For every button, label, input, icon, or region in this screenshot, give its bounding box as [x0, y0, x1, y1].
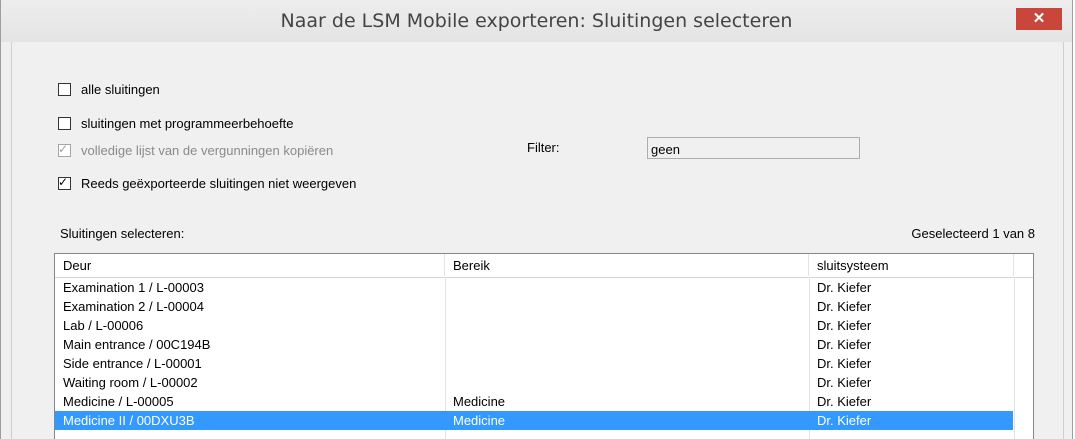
cell-system: Dr. Kiefer [817, 337, 872, 352]
option-all-closures[interactable]: alle sluitingen [58, 80, 160, 98]
cell-area [445, 316, 809, 335]
option-programming-needed-label: sluitingen met programmeerbehoefte [81, 115, 294, 131]
closures-list[interactable]: Deur Bereik sluitsysteem Examination 1 /… [54, 253, 1034, 439]
cell-system: Dr. Kiefer [817, 318, 872, 333]
option-hide-exported[interactable]: ✓ Reeds geëxporteerde sluitingen niet we… [58, 174, 356, 192]
column-header-area[interactable]: Bereik [445, 254, 809, 276]
cell-area: Medicine [453, 394, 506, 409]
filter-label: Filter: [527, 140, 560, 155]
cell-system: Dr. Kiefer [817, 356, 872, 371]
table-row[interactable]: Main entrance / 00C194B Dr. Kiefer [55, 335, 1013, 354]
cell-system: Dr. Kiefer [817, 299, 872, 314]
option-hide-exported-label: Reeds geëxporteerde sluitingen niet weer… [81, 175, 357, 191]
option-full-list: ✓ volledige lijst van de vergunningen ko… [58, 141, 333, 159]
table-row[interactable]: Lab / L-00006 Dr. Kiefer [55, 316, 1013, 335]
cell-area [445, 373, 809, 392]
cell-area [445, 278, 809, 297]
column-divider [1014, 277, 1015, 439]
table-row-selected[interactable]: Medicine II / 00DXU3B Medicine Dr. Kiefe… [55, 411, 1013, 430]
dialog-body: alle sluitingen sluitingen met programme… [11, 42, 1064, 439]
cell-door: Medicine II / 00DXU3B [63, 413, 195, 428]
check-icon: ✓ [58, 174, 69, 189]
cell-system: Dr. Kiefer [817, 375, 872, 390]
cell-system: Dr. Kiefer [817, 413, 872, 428]
table-row[interactable]: Medicine / L-00005 Medicine Dr. Kiefer [55, 392, 1013, 411]
close-button[interactable]: ✕ [1016, 8, 1062, 30]
cell-area: Medicine [453, 413, 506, 428]
checkbox-programming-needed[interactable] [58, 116, 71, 130]
column-header-system[interactable]: sluitsysteem [809, 254, 1014, 276]
list-header: Deur Bereik sluitsysteem [55, 254, 1033, 278]
checkbox-full-list: ✓ [58, 141, 71, 157]
close-icon: ✕ [1032, 10, 1046, 27]
selected-count: Geselecteerd 1 van 8 [911, 226, 1035, 241]
table-row[interactable]: Examination 1 / L-00003 Dr. Kiefer [55, 278, 1013, 297]
table-row[interactable]: Side entrance / L-00001 Dr. Kiefer [55, 354, 1013, 373]
cell-door: Main entrance / 00C194B [63, 337, 211, 352]
table-row[interactable]: Examination 2 / L-00004 Dr. Kiefer [55, 297, 1013, 316]
checkbox-all-closures[interactable] [58, 82, 71, 96]
column-header-filler [1014, 254, 1034, 276]
cell-door: Side entrance / L-00001 [63, 356, 202, 371]
cell-door: Medicine / L-00005 [63, 394, 174, 409]
cell-door: Lab / L-00006 [63, 318, 144, 333]
filter-input[interactable]: geen [647, 137, 860, 159]
option-all-closures-label: alle sluitingen [81, 81, 160, 97]
cell-door: Examination 2 / L-00004 [63, 299, 204, 314]
export-dialog: Naar de LSM Mobile exporteren: Sluitinge… [0, 0, 1073, 439]
cell-system: Dr. Kiefer [817, 280, 872, 295]
cell-area [445, 335, 809, 354]
option-programming-needed[interactable]: sluitingen met programmeerbehoefte [58, 114, 293, 132]
cell-door: Waiting room / L-00002 [63, 375, 198, 390]
cell-area [445, 354, 809, 373]
title-bar[interactable]: Naar de LSM Mobile exporteren: Sluitinge… [1, 0, 1072, 42]
cell-door: Examination 1 / L-00003 [63, 280, 204, 295]
column-header-door[interactable]: Deur [55, 254, 445, 276]
cell-system: Dr. Kiefer [817, 394, 872, 409]
option-full-list-label: volledige lijst van de vergunningen kopi… [81, 142, 334, 158]
check-icon: ✓ [58, 141, 69, 156]
cell-area [445, 297, 809, 316]
checkbox-hide-exported[interactable]: ✓ [58, 174, 71, 190]
table-row[interactable]: Waiting room / L-00002 Dr. Kiefer [55, 373, 1013, 392]
dialog-title: Naar de LSM Mobile exporteren: Sluitinge… [280, 10, 793, 32]
select-closures-label: Sluitingen selecteren: [60, 226, 185, 241]
